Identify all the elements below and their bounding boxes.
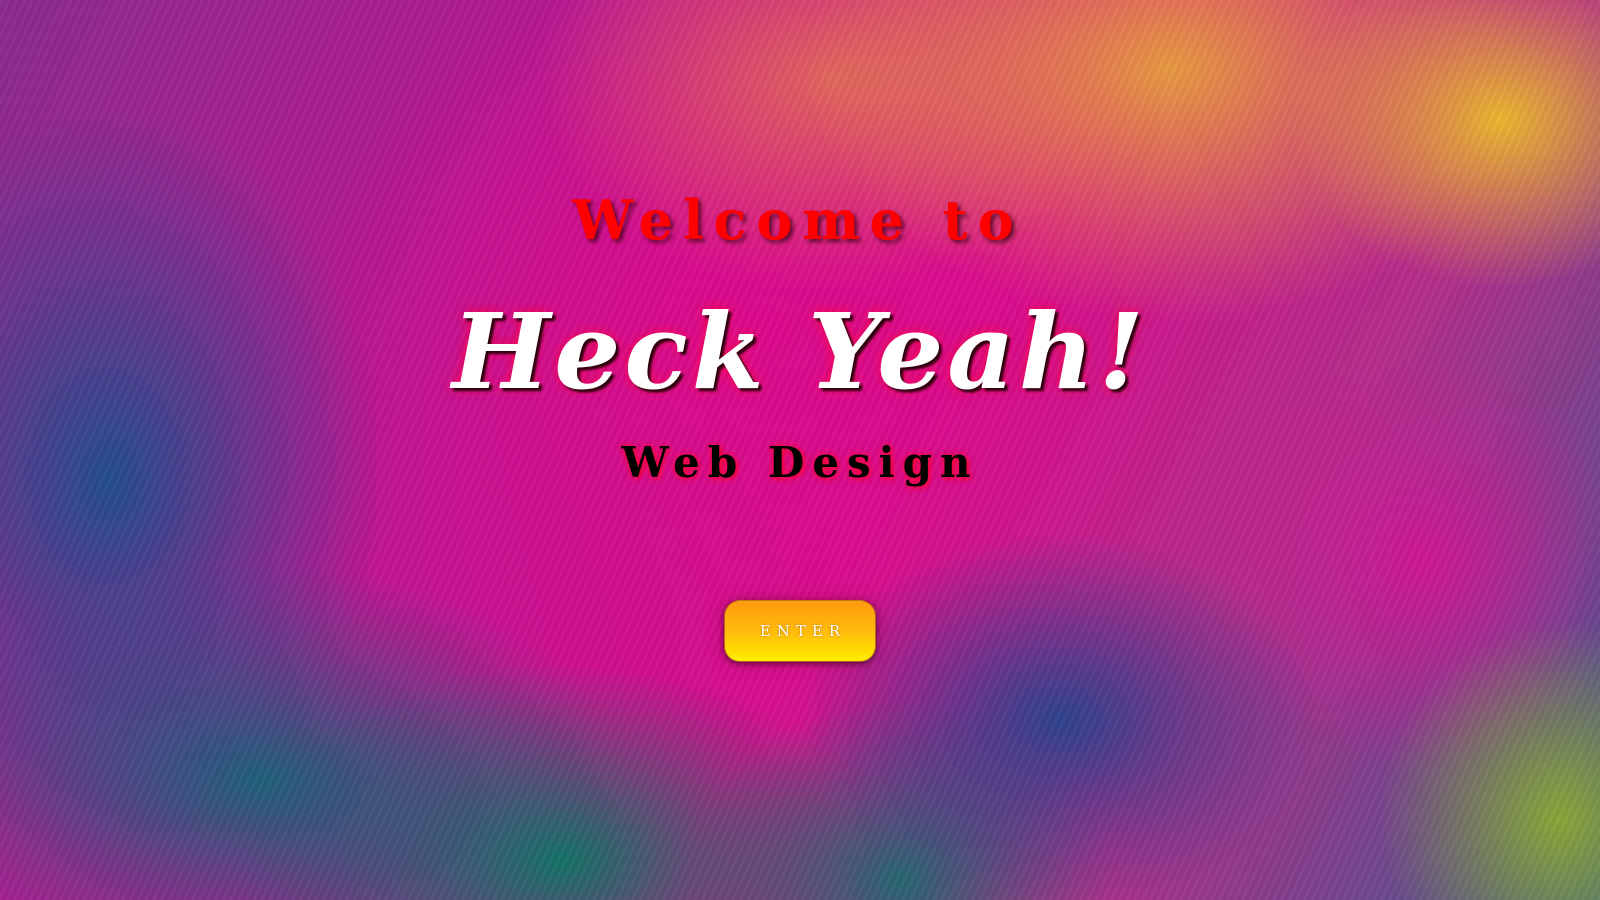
hero-section: Welcome to Heck Yeah! Web Design ENTER — [0, 0, 1600, 900]
site-subtitle: Web Design — [621, 438, 979, 487]
enter-button[interactable]: ENTER — [724, 600, 876, 662]
site-title: Heck Yeah! — [451, 290, 1149, 413]
welcome-heading: Welcome to — [572, 188, 1024, 252]
enter-button-label: ENTER — [759, 622, 847, 640]
